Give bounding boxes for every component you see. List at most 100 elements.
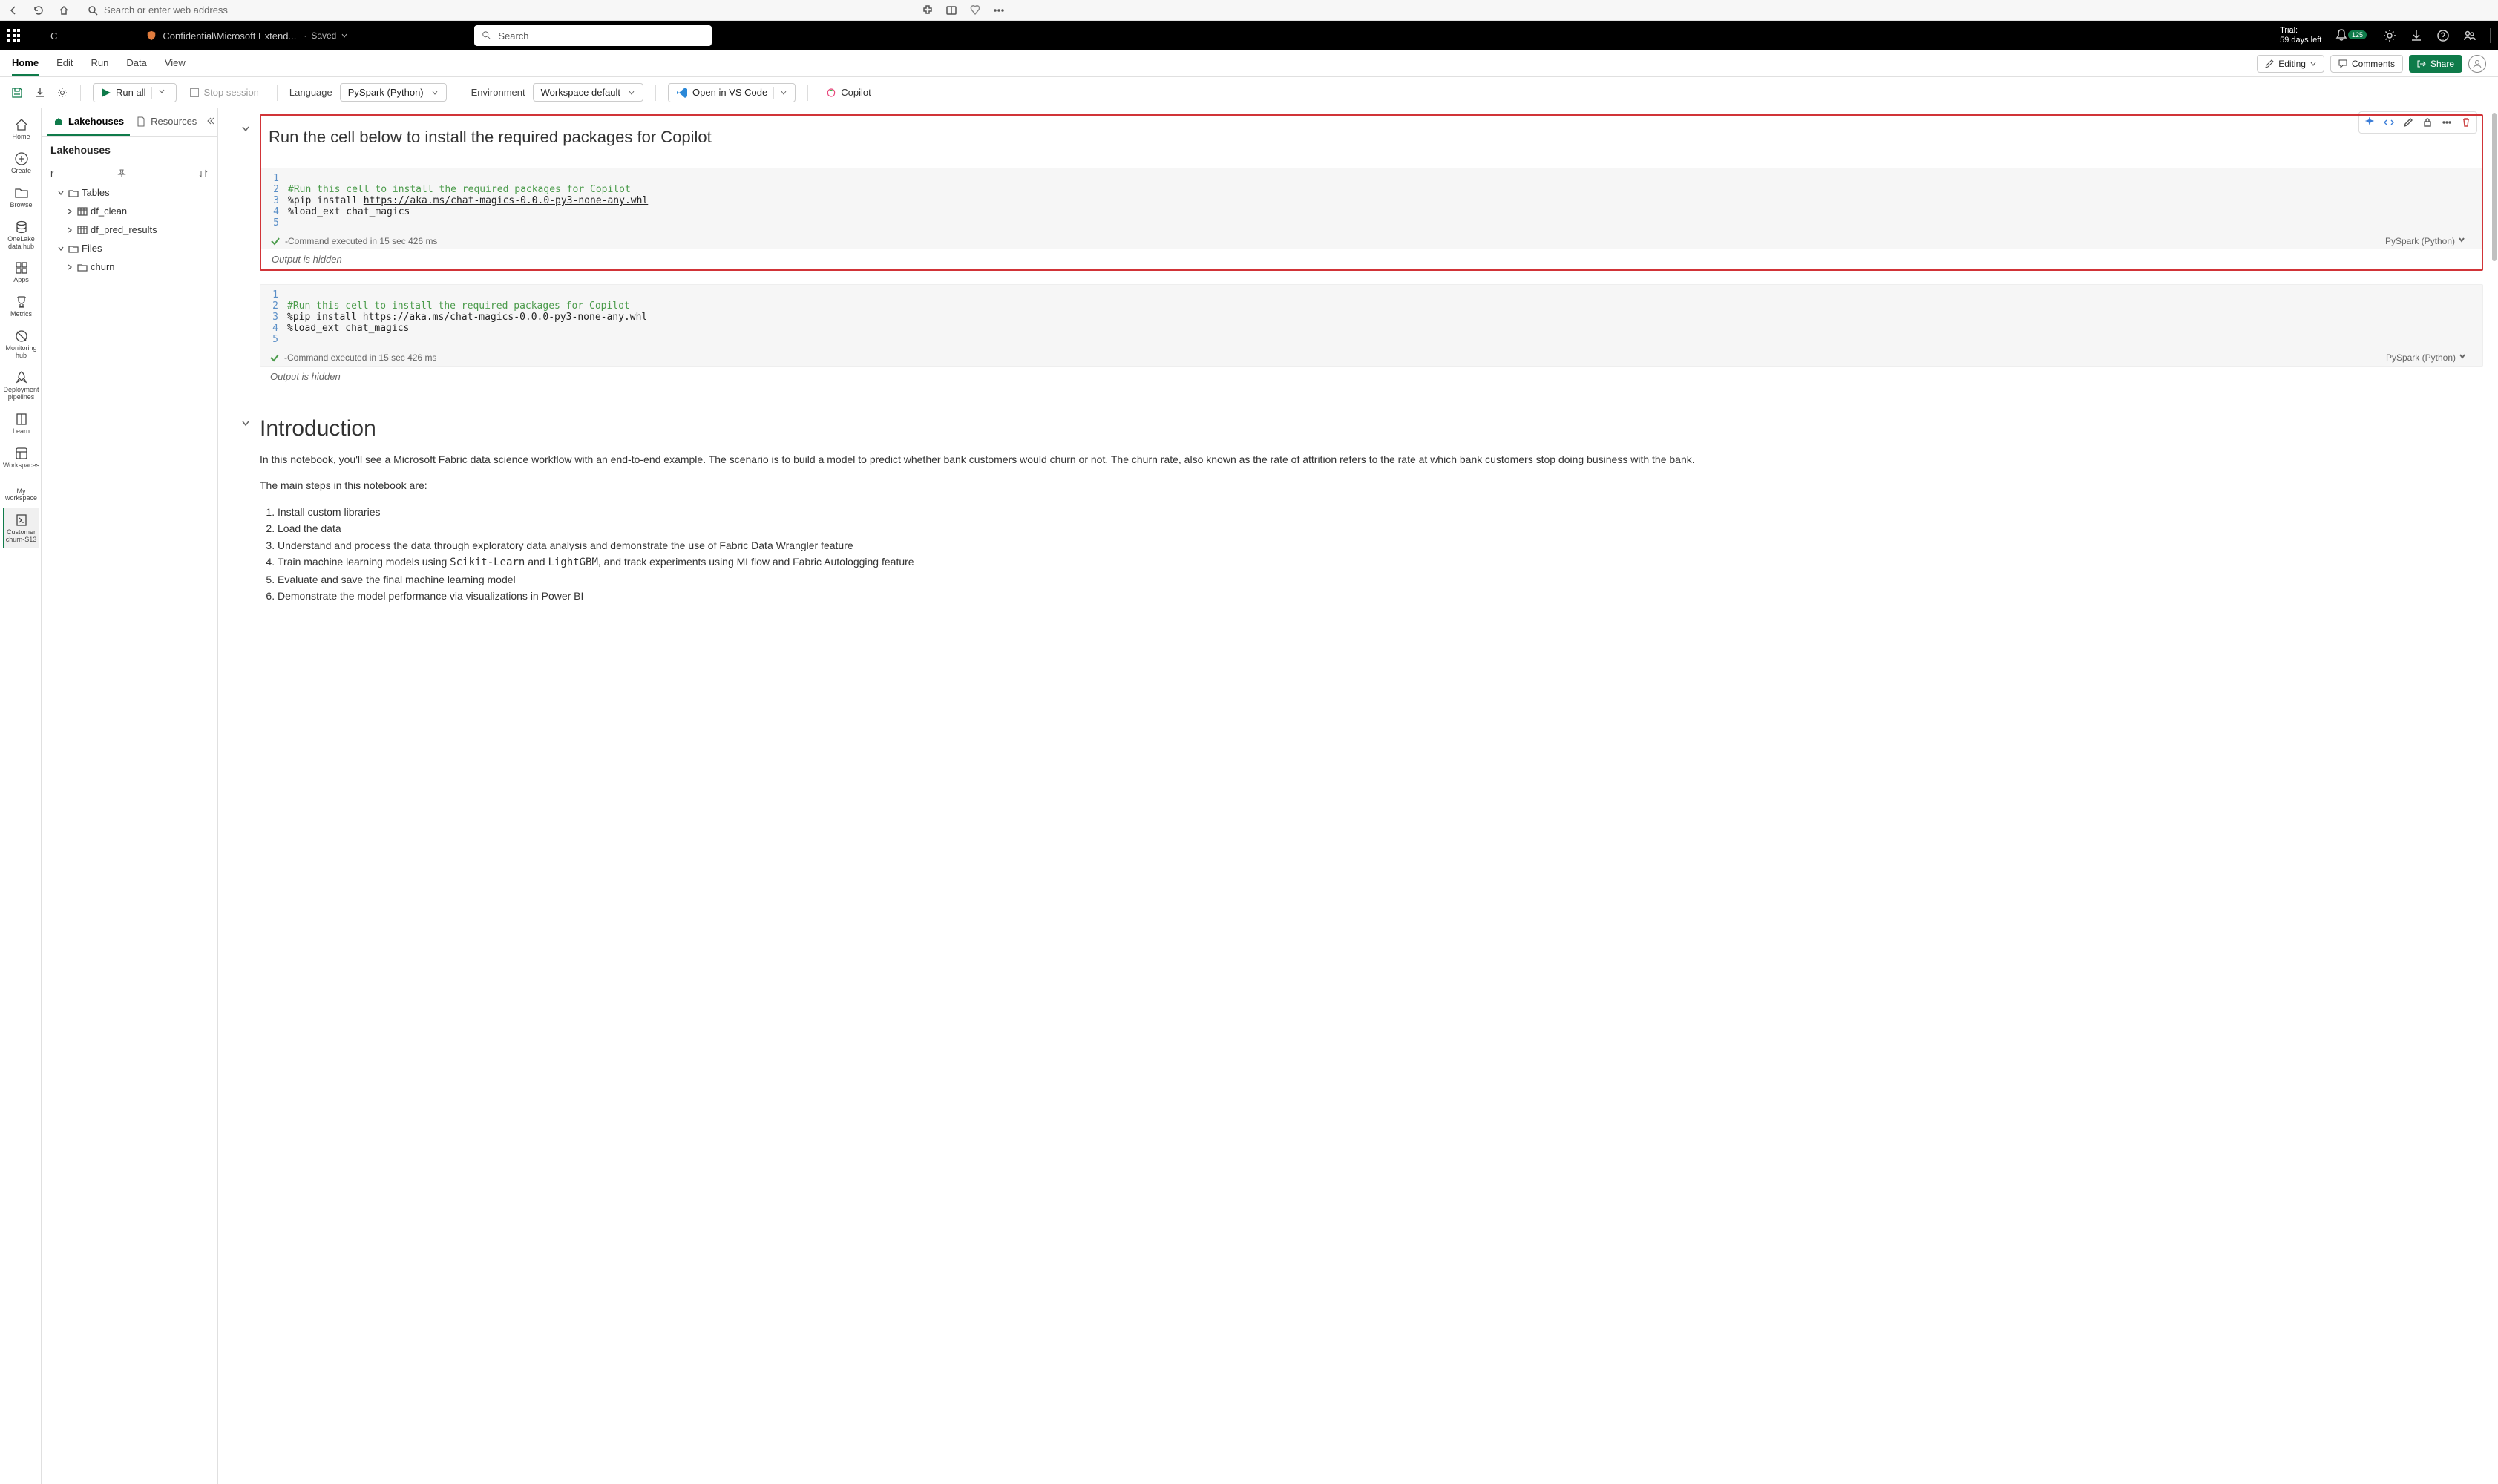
run-all-button[interactable]: Run all: [93, 83, 177, 102]
tree-churn[interactable]: churn: [45, 257, 214, 276]
chevron-down-icon: [2310, 61, 2316, 67]
notebook-canvas[interactable]: Run the cell below to install the requir…: [218, 108, 2498, 1484]
rail-deployment[interactable]: Deployment pipelines: [3, 366, 39, 406]
tab-view[interactable]: View: [165, 51, 186, 76]
tab-data[interactable]: Data: [126, 51, 146, 76]
share-button[interactable]: Share: [2409, 55, 2462, 73]
notifications-button[interactable]: 125: [2335, 28, 2370, 44]
tab-edit[interactable]: Edit: [56, 51, 73, 76]
copilot-button[interactable]: Copilot: [820, 84, 876, 101]
markdown-cell-highlighted[interactable]: Run the cell below to install the requir…: [260, 114, 2483, 271]
saved-status[interactable]: · Saved: [304, 30, 348, 41]
breadcrumb[interactable]: Confidential\Microsoft Extend...: [146, 30, 296, 42]
rail-monitoring[interactable]: Monitoring hub: [3, 324, 39, 364]
save-icon[interactable]: [10, 86, 24, 99]
refresh-icon[interactable]: [33, 4, 45, 16]
code-cell[interactable]: 1 2#Run this cell to install the require…: [260, 284, 2483, 367]
chevron-right-icon: [65, 262, 74, 272]
scrollbar[interactable]: [2492, 113, 2497, 261]
list-item: Demonstrate the model performance via vi…: [278, 588, 2483, 604]
intro-heading: Introduction: [260, 416, 2483, 441]
swap-icon[interactable]: [198, 168, 209, 179]
cell-status-bar: -Command executed in 15 sec 426 ms PySpa…: [261, 233, 2482, 249]
help-icon[interactable]: [2436, 29, 2450, 42]
folder-icon: [14, 186, 29, 200]
explorer-tab-lakehouses[interactable]: Lakehouses: [47, 108, 130, 136]
explorer-header: Lakehouses: [42, 137, 217, 163]
chevron-down-icon: [56, 243, 65, 254]
rail-metrics[interactable]: Metrics: [3, 290, 39, 323]
favorites-icon[interactable]: [969, 4, 981, 16]
left-nav-rail: Home Create Browse OneLake data hub Apps…: [0, 108, 42, 1484]
address-placeholder: Search or enter web address: [104, 4, 228, 16]
app-launcher-icon[interactable]: [7, 29, 21, 42]
editing-dropdown[interactable]: Editing: [2257, 55, 2324, 73]
browser-chrome: Search or enter web address: [0, 0, 2498, 21]
rail-browse[interactable]: Browse: [3, 181, 39, 214]
cell-status-bar: -Command executed in 15 sec 426 ms PySpa…: [260, 349, 2482, 366]
people-icon[interactable]: [2463, 29, 2476, 42]
more-icon[interactable]: [993, 4, 1005, 16]
stop-session-button[interactable]: Stop session: [184, 84, 264, 101]
download-icon[interactable]: [2410, 29, 2423, 42]
tab-run[interactable]: Run: [91, 51, 109, 76]
home-icon[interactable]: [58, 4, 70, 16]
back-icon[interactable]: [7, 4, 19, 16]
output-hidden-label[interactable]: Output is hidden: [260, 367, 2483, 387]
download-icon[interactable]: [34, 87, 46, 99]
split-icon[interactable]: [945, 4, 957, 16]
collapse-explorer-button[interactable]: [203, 113, 219, 131]
rail-create[interactable]: Create: [3, 147, 39, 180]
ribbon-tabs: Home Edit Run Data View Editing Comments…: [0, 50, 2498, 77]
rail-active-notebook[interactable]: Customer churn-S13: [3, 508, 39, 548]
comments-button[interactable]: Comments: [2330, 55, 2403, 73]
output-hidden-label[interactable]: Output is hidden: [261, 249, 2482, 269]
rail-my-workspace[interactable]: My workspace: [3, 484, 39, 508]
workspaces-icon: [14, 446, 29, 461]
explorer-item-row[interactable]: r: [42, 163, 217, 183]
markdown-heading: Run the cell below to install the requir…: [261, 116, 2482, 168]
cell-language-selector[interactable]: PySpark (Python): [2385, 236, 2473, 246]
tab-home[interactable]: Home: [12, 51, 39, 76]
tree-tables[interactable]: Tables: [45, 183, 214, 202]
list-item: Evaluate and save the final machine lear…: [278, 571, 2483, 588]
address-bar[interactable]: Search or enter web address: [80, 3, 911, 17]
crumb-letter: C: [50, 30, 57, 42]
explorer-tab-resources[interactable]: Resources: [130, 108, 203, 136]
chevron-down-icon: [431, 89, 439, 96]
rail-home[interactable]: Home: [3, 113, 39, 145]
language-select[interactable]: PySpark (Python): [340, 83, 447, 102]
tree-files[interactable]: Files: [45, 239, 214, 257]
header-search[interactable]: Search: [474, 25, 712, 46]
cell-collapse-toggle[interactable]: [240, 409, 255, 430]
environment-label: Environment: [471, 87, 525, 98]
pin-icon[interactable]: [117, 168, 127, 179]
presence-avatar[interactable]: [2468, 55, 2486, 73]
rail-workspaces[interactable]: Workspaces: [3, 441, 39, 474]
tree-df-pred[interactable]: df_pred_results: [45, 220, 214, 239]
code-block[interactable]: 1 2#Run this cell to install the require…: [261, 168, 2482, 249]
apps-icon: [14, 260, 29, 275]
list-item: Understand and process the data through …: [278, 537, 2483, 554]
tree-df-clean[interactable]: df_clean: [45, 202, 214, 220]
open-vscode-button[interactable]: Open in VS Code: [668, 83, 796, 102]
cell-language-selector[interactable]: PySpark (Python): [2386, 352, 2474, 363]
rail-apps[interactable]: Apps: [3, 256, 39, 289]
file-icon: [136, 116, 146, 127]
divider: [2490, 28, 2491, 43]
stop-icon: [190, 88, 199, 97]
explorer-tree: Tables df_clean df_pred_results Files ch: [42, 183, 217, 276]
extensions-icon[interactable]: [922, 4, 934, 16]
cell-collapse-toggle[interactable]: [240, 114, 255, 136]
markdown-cell-intro[interactable]: Introduction In this notebook, you'll se…: [260, 409, 2483, 611]
gear-icon[interactable]: [56, 87, 68, 99]
folder-icon: [68, 243, 79, 254]
explorer-sidebar: Lakehouses Resources Lakehouses r Tables: [42, 108, 218, 1484]
list-item: Install custom libraries: [278, 504, 2483, 520]
rail-onelake[interactable]: OneLake data hub: [3, 215, 39, 255]
vscode-icon: [676, 87, 688, 99]
environment-select[interactable]: Workspace default: [533, 83, 643, 102]
rail-learn[interactable]: Learn: [3, 407, 39, 440]
settings-icon[interactable]: [2383, 29, 2396, 42]
table-icon: [77, 206, 88, 217]
